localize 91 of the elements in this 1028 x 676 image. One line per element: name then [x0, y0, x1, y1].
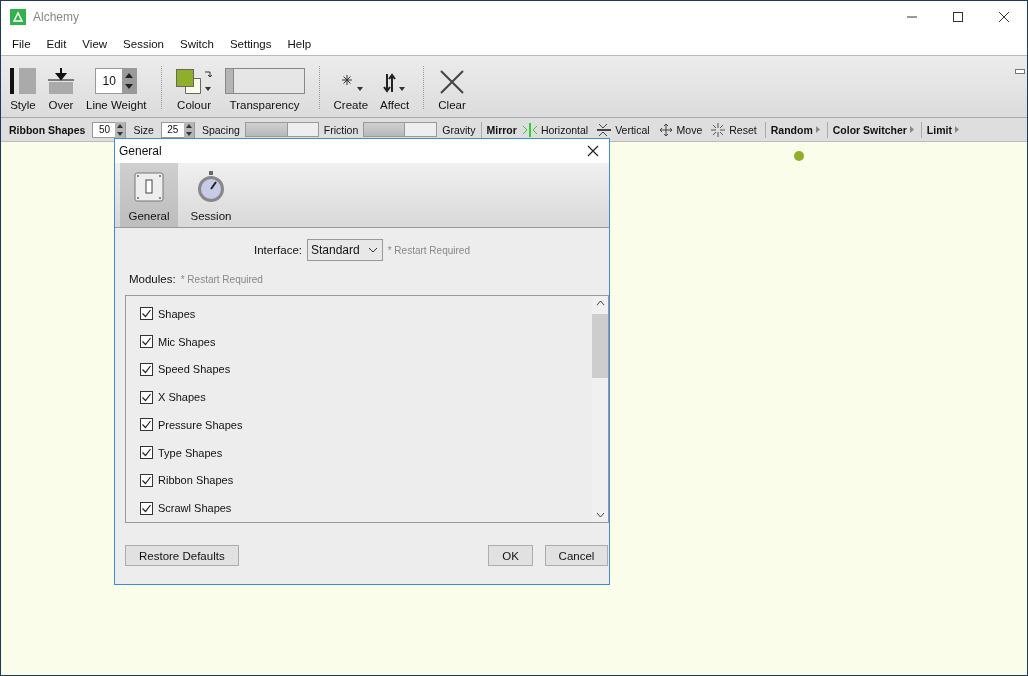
- scroll-down-icon: [595, 512, 605, 518]
- interface-dropdown[interactable]: Standard: [307, 239, 383, 261]
- layer-over-icon: [48, 68, 74, 94]
- checkbox[interactable]: [140, 473, 153, 487]
- switch-icon: [133, 171, 165, 203]
- arrows-caret-icon: [381, 72, 408, 94]
- spinner-arrows-icon: [183, 121, 194, 138]
- spinner-arrows-icon: [115, 121, 126, 138]
- checkbox[interactable]: [140, 446, 153, 460]
- ok-button[interactable]: OK: [488, 545, 533, 566]
- tool-label[interactable]: Style: [10, 99, 36, 111]
- checkbox[interactable]: [140, 307, 153, 321]
- checkbox-label[interactable]: X Shapes: [158, 391, 206, 404]
- move-arrows-icon: [657, 122, 674, 137]
- submenu-arrow-icon: [815, 126, 820, 133]
- menu-item[interactable]: Session: [123, 38, 164, 50]
- checkbox-label[interactable]: Type Shapes: [158, 446, 223, 459]
- paint-dot: [794, 151, 804, 161]
- slider-track[interactable]: [244, 122, 319, 137]
- dialog-title: General: [119, 144, 162, 158]
- dropdown-menu[interactable]: Limit: [926, 123, 959, 136]
- checkbox-label[interactable]: Speed Shapes: [158, 363, 231, 376]
- slider-thumb[interactable]: [225, 69, 235, 93]
- checkbox[interactable]: [140, 501, 153, 515]
- slider-label: Gravity: [442, 123, 476, 136]
- close-icon: [998, 11, 1010, 23]
- tool-label[interactable]: Clear: [438, 99, 466, 111]
- checkbox-label[interactable]: Shapes: [158, 307, 196, 320]
- restart-note: * Restart Required: [180, 274, 263, 285]
- stopwatch-icon: [195, 171, 227, 203]
- field-label: Interface:: [254, 244, 302, 256]
- checkbox-label[interactable]: Mic Shapes: [158, 335, 216, 348]
- menu-item[interactable]: Settings: [229, 38, 272, 50]
- spinner-field[interactable]: 25: [160, 121, 195, 138]
- preference-tab[interactable]: Session: [182, 163, 240, 227]
- background-swatch[interactable]: [184, 78, 201, 94]
- checkbox[interactable]: [140, 418, 153, 432]
- spinner-field[interactable]: 50: [92, 121, 127, 138]
- checkbox-label[interactable]: Scrawl Shapes: [158, 502, 232, 515]
- scroll-up-icon: [595, 300, 605, 306]
- close-icon: [587, 145, 599, 157]
- clear-x-icon: [440, 70, 464, 94]
- menu-item[interactable]: Help: [287, 38, 312, 50]
- restore-defaults-button[interactable]: Restore Defaults: [125, 545, 239, 566]
- toolbar-button[interactable]: Move: [657, 122, 703, 137]
- scroll-thumb[interactable]: [592, 314, 608, 378]
- toolbar-button[interactable]: Horizontal: [521, 122, 589, 137]
- menu-item[interactable]: Edit: [46, 38, 67, 50]
- slider-track[interactable]: [363, 122, 438, 137]
- checkbox-label[interactable]: Pressure Shapes: [158, 418, 243, 431]
- tool-label[interactable]: Transparency: [229, 99, 300, 111]
- section-label: Ribbon Shapes: [9, 123, 86, 136]
- toolbar-button[interactable]: Vertical: [596, 122, 650, 137]
- app-logo-icon: [10, 9, 26, 25]
- checkbox[interactable]: [140, 335, 153, 349]
- tool-label[interactable]: Colour: [177, 99, 211, 111]
- checkbox[interactable]: [140, 362, 153, 376]
- preference-tab[interactable]: General: [120, 163, 178, 227]
- spinner-field[interactable]: 10: [95, 68, 138, 94]
- submenu-arrow-icon: [909, 126, 914, 133]
- maximize-icon: [952, 11, 964, 23]
- chevron-down-icon: [367, 247, 378, 253]
- submenu-arrow-icon: [954, 126, 959, 133]
- section-label: Modules:: [129, 273, 176, 285]
- menu-item[interactable]: Switch: [180, 38, 214, 50]
- menu-item[interactable]: File: [12, 38, 31, 50]
- slider-label: Size: [133, 123, 154, 136]
- dropdown-menu[interactable]: Color Switcher: [832, 123, 914, 136]
- slider-label: Friction: [323, 123, 359, 136]
- colour-swatch[interactable]: [175, 69, 194, 87]
- checkbox[interactable]: [140, 390, 153, 404]
- style-icon: [10, 68, 36, 94]
- tool-label[interactable]: Over: [48, 99, 74, 111]
- menu-item[interactable]: View: [82, 38, 108, 50]
- cancel-button[interactable]: Cancel: [545, 545, 608, 566]
- checkbox-label[interactable]: Ribbon Shapes: [158, 474, 234, 487]
- window-title: Alchemy: [33, 10, 79, 24]
- restart-note: * Restart Required: [387, 244, 470, 256]
- spinner-arrows-icon: [122, 69, 137, 93]
- section-label: Mirror: [486, 123, 517, 136]
- burst-icon: [710, 122, 727, 137]
- tool-label[interactable]: Create: [333, 99, 369, 111]
- dropdown-menu[interactable]: Random: [770, 123, 820, 136]
- grip-handle[interactable]: [1015, 69, 1025, 74]
- tool-label[interactable]: Line Weight: [86, 99, 147, 111]
- transparency-slider[interactable]: [224, 68, 305, 94]
- mirror-horizontal-icon: [521, 122, 538, 137]
- tool-label[interactable]: Affect: [380, 99, 410, 111]
- mirror-vertical-icon: [596, 122, 613, 137]
- toolbar-button[interactable]: Reset: [710, 122, 757, 137]
- slider-label: Spacing: [201, 123, 240, 136]
